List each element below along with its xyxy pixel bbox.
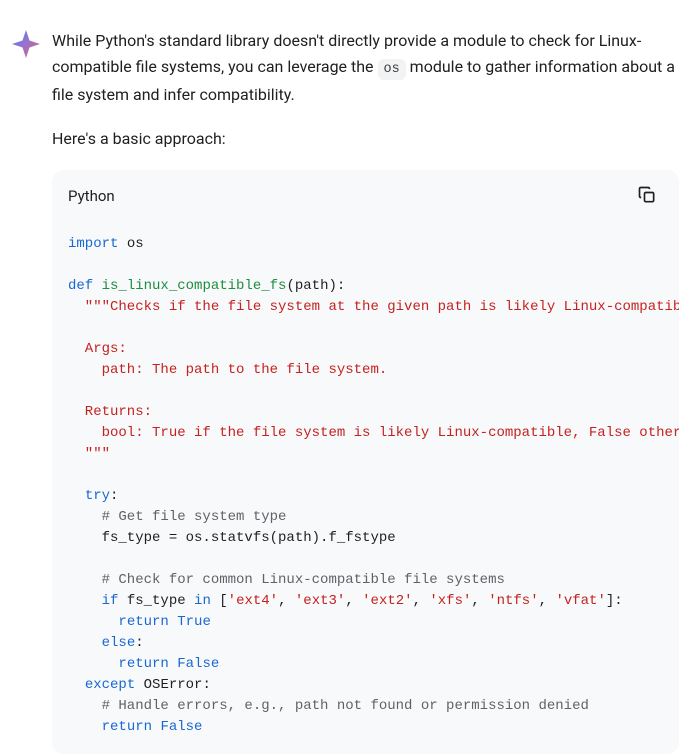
code-token: fs_type = os.statvfs(path).f_fstype [68,530,396,546]
message-container: While Python's standard library doesn't … [0,0,693,754]
code-body[interactable]: import os def is_linux_compatible_fs(pat… [52,222,679,754]
code-token: True [177,614,211,630]
code-token: 'ext4' [228,593,278,609]
code-token: Args: [68,341,127,357]
code-token: """Checks if the file system at the give… [68,299,679,315]
code-token: fs_type [118,593,194,609]
code-token [169,614,177,630]
code-token: 'xfs' [429,593,471,609]
code-token [93,278,101,294]
code-token: , [413,593,430,609]
code-token [68,488,85,504]
prose-section: While Python's standard library doesn't … [52,28,693,152]
code-token: [ [211,593,228,609]
code-block: Python import os def is_linux_compatible… [52,170,679,754]
avatar-column [0,28,52,58]
code-token: # Get file system type [68,509,286,525]
code-token: bool: True if the file system is likely … [68,425,679,441]
code-token: 'ntfs' [488,593,538,609]
code-token: , [278,593,295,609]
code-token: 'vfat' [555,593,605,609]
code-token: 'ext2' [362,593,412,609]
code-token: (path): [286,278,345,294]
code-token [68,656,118,672]
code-token: return [118,614,168,630]
code-token: in [194,593,211,609]
code-token: ]: [606,593,623,609]
code-token: else [102,635,136,651]
code-token [68,593,102,609]
copy-icon [637,185,657,208]
code-token: , [345,593,362,609]
code-token: is_linux_compatible_fs [102,278,287,294]
sparkle-icon [12,30,40,58]
message-content: While Python's standard library doesn't … [52,28,693,754]
code-token: : [110,488,118,504]
copy-button[interactable] [631,179,663,214]
code-token [68,635,102,651]
code-token: """ [68,446,110,462]
code-token: OSError: [135,677,211,693]
code-token [68,719,102,735]
code-token [68,677,85,693]
code-token: , [471,593,488,609]
code-token: False [177,656,219,672]
code-header: Python [52,170,679,222]
code-token: 'ext3' [295,593,345,609]
code-token: , [539,593,556,609]
code-token: # Check for common Linux-compatible file… [68,572,505,588]
code-token: return [102,719,152,735]
code-token [68,614,118,630]
code-token: return [118,656,168,672]
code-token: def [68,278,93,294]
code-token [169,656,177,672]
code-token: import [68,236,118,252]
code-token: Returns: [68,404,152,420]
code-token: path: The path to the file system. [68,362,387,378]
code-token: except [85,677,135,693]
code-token: False [160,719,202,735]
paragraph-2: Here's a basic approach: [52,126,679,152]
code-language-label: Python [68,187,115,205]
code-token: try [85,488,110,504]
code-token: : [135,635,143,651]
code-token: if [102,593,119,609]
inline-code-os: os [378,59,406,80]
code-token: os [118,236,143,252]
code-token: # Handle errors, e.g., path not found or… [68,698,589,714]
paragraph-1: While Python's standard library doesn't … [52,28,679,108]
